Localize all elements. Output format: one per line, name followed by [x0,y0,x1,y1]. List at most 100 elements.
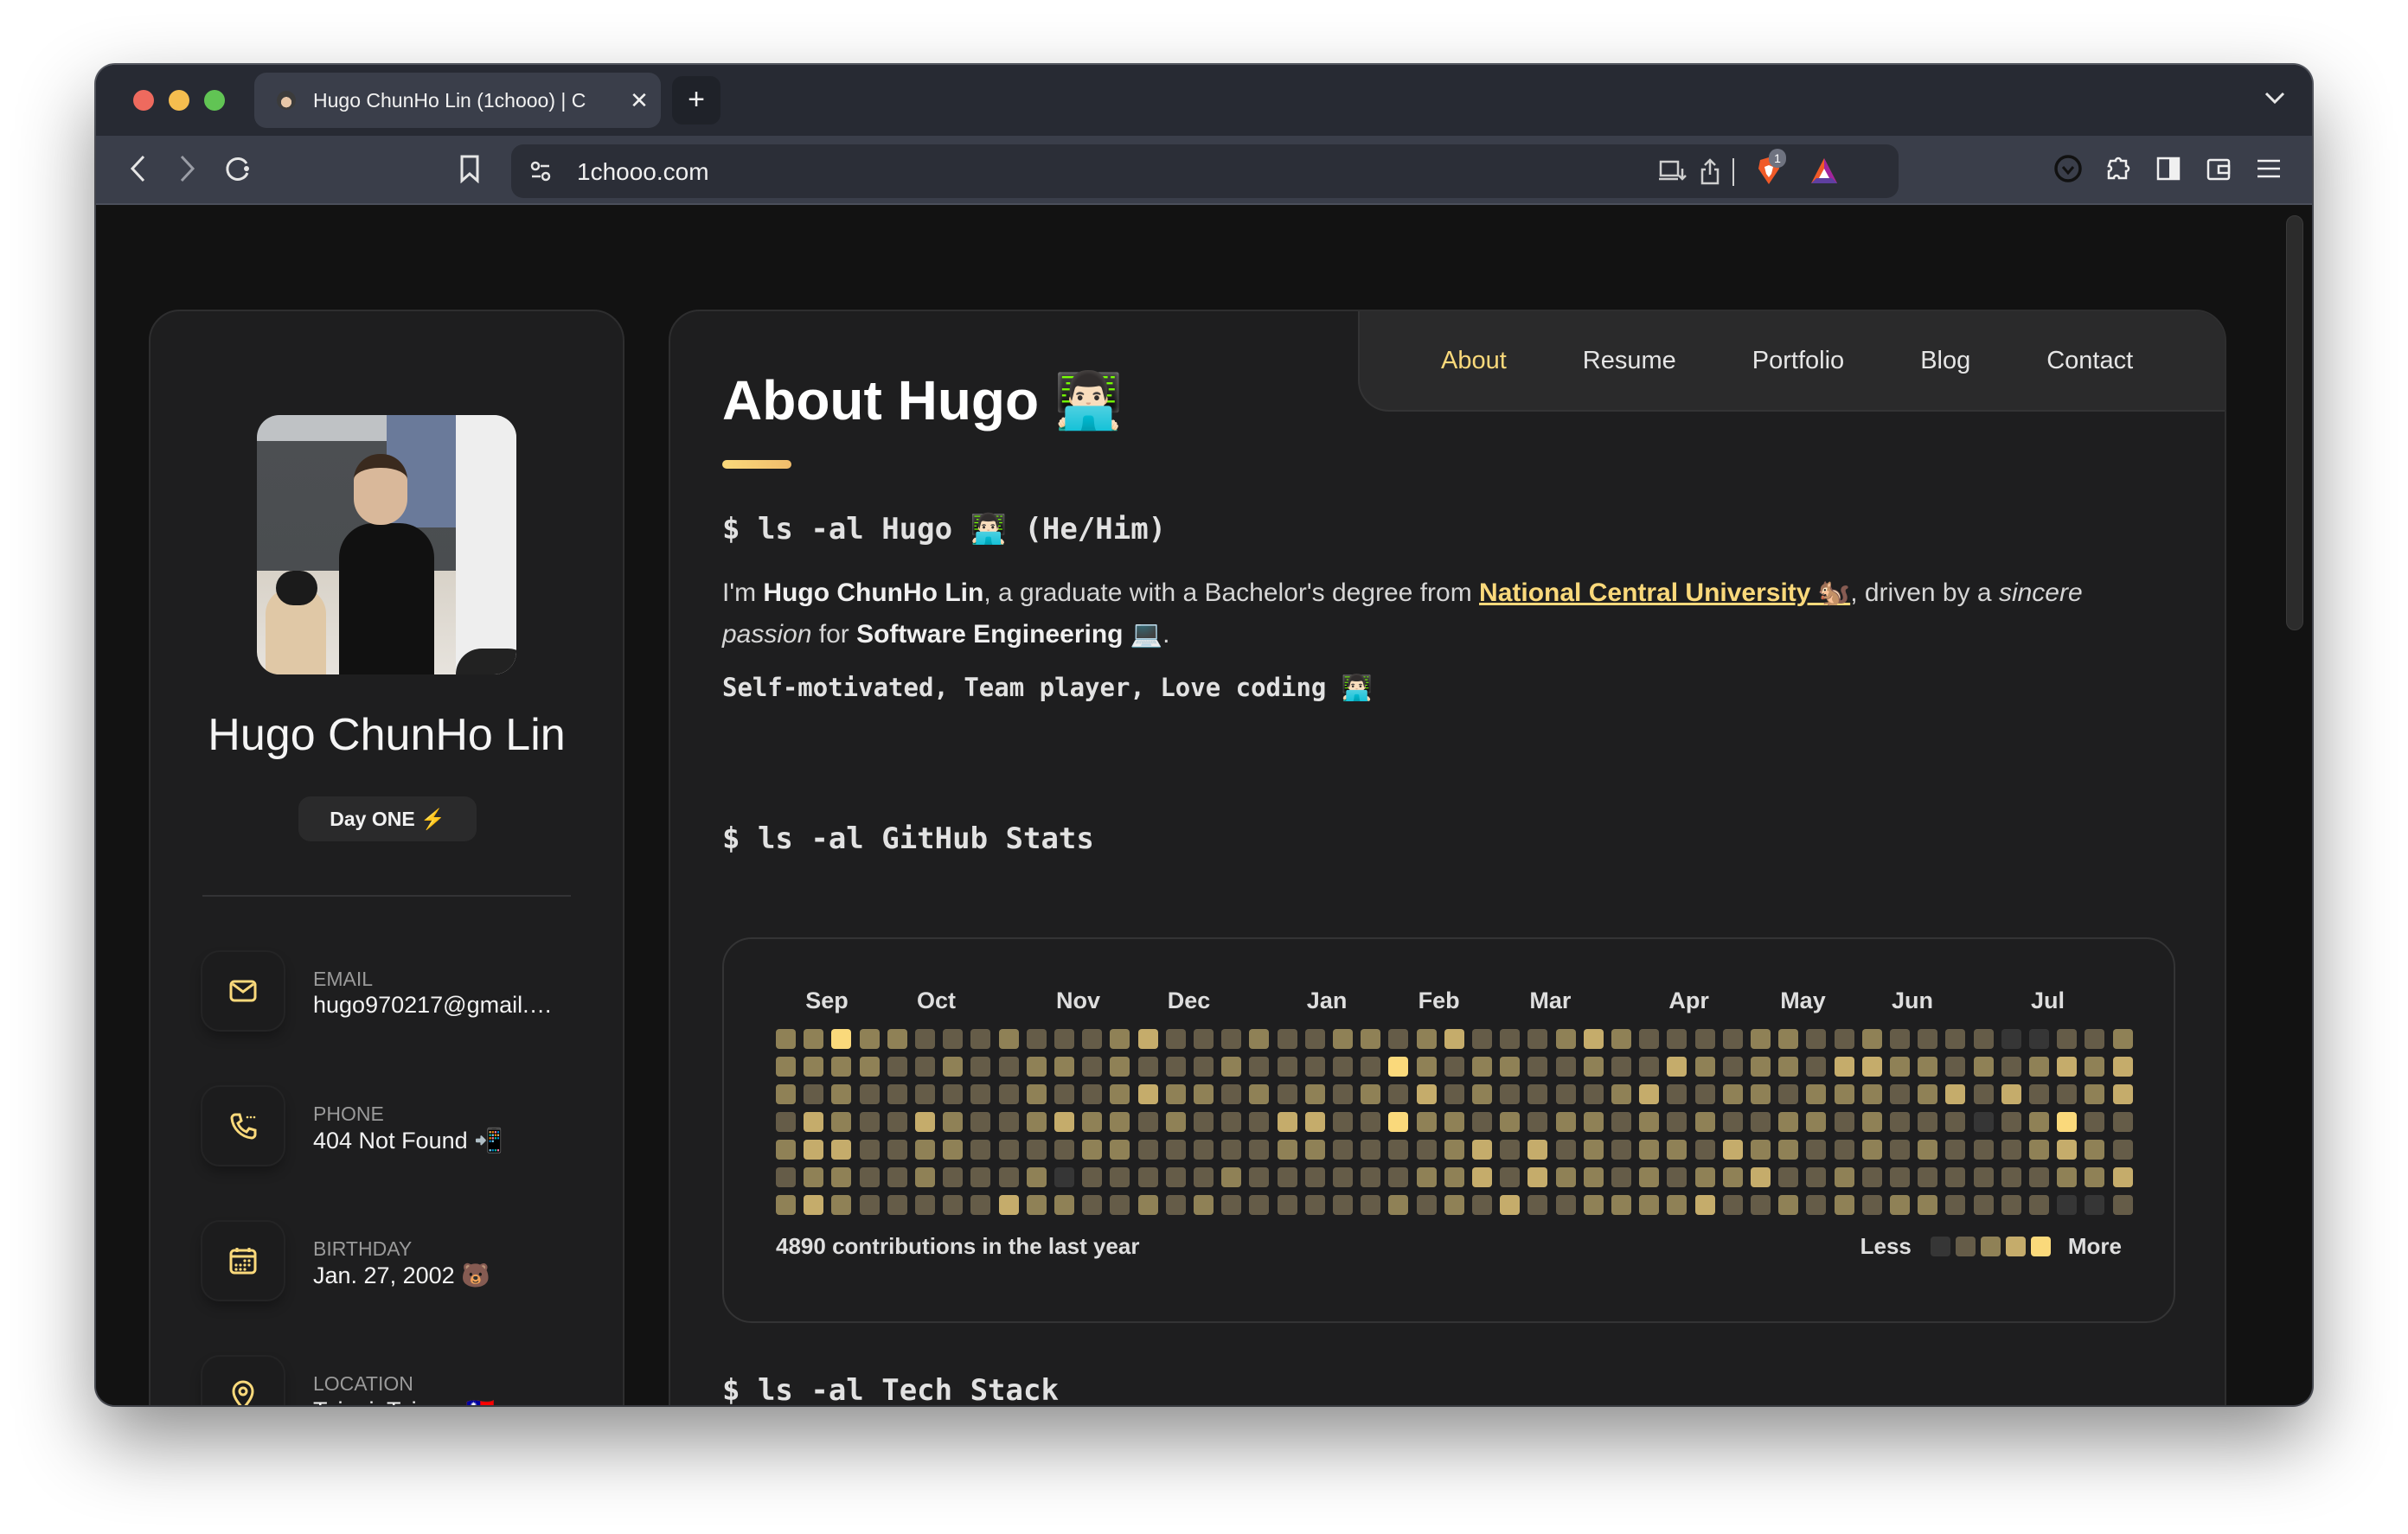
contribution-cell[interactable] [804,1167,824,1187]
contribution-cell[interactable] [1890,1029,1910,1049]
contribution-cell[interactable] [1388,1112,1409,1132]
contribution-cell[interactable] [1165,1140,1186,1160]
contribution-cell[interactable] [1333,1084,1353,1104]
contribution-cell[interactable] [1249,1057,1270,1077]
contribution-cell[interactable] [1778,1057,1799,1077]
contribution-cell[interactable] [1806,1112,1827,1132]
contribution-cell[interactable] [1751,1084,1771,1104]
contribution-cell[interactable] [1778,1084,1799,1104]
contribution-cell[interactable] [1639,1195,1660,1215]
university-link[interactable]: National Central University 🐿️ [1479,578,1850,607]
contribution-cell[interactable] [998,1057,1019,1077]
contribution-cell[interactable] [2057,1057,2078,1077]
contribution-cell[interactable] [1973,1112,1994,1132]
contribution-cell[interactable] [1555,1057,1576,1077]
contribution-cell[interactable] [1722,1140,1743,1160]
sidebar-icon[interactable] [2151,151,2186,186]
contribution-cell[interactable] [1249,1140,1270,1160]
contribution-cell[interactable] [859,1029,880,1049]
contribution-cell[interactable] [1555,1167,1576,1187]
address-bar[interactable]: 1chooo.com 1 [511,144,1899,198]
contribution-cell[interactable] [1249,1195,1270,1215]
contribution-cell[interactable] [1555,1029,1576,1049]
contribution-cell[interactable] [2029,1140,2049,1160]
reload-icon[interactable] [221,151,255,186]
contribution-cell[interactable] [776,1057,796,1077]
contribution-cell[interactable] [1194,1057,1214,1077]
contribution-cell[interactable] [1472,1029,1492,1049]
contribution-cell[interactable] [1026,1057,1047,1077]
contribution-cell[interactable] [2029,1029,2049,1049]
contribution-cell[interactable] [943,1167,964,1187]
contribution-cell[interactable] [943,1140,964,1160]
contribution-cell[interactable] [1751,1195,1771,1215]
contribution-cell[interactable] [2057,1167,2078,1187]
contribution-cell[interactable] [915,1029,935,1049]
contribution-cell[interactable] [1361,1167,1381,1187]
contribution-cell[interactable] [1082,1167,1103,1187]
contribution-cell[interactable] [1611,1029,1631,1049]
contribution-cell[interactable] [1054,1112,1074,1132]
contribution-cell[interactable] [943,1084,964,1104]
contribution-cell[interactable] [1249,1167,1270,1187]
contribution-cell[interactable] [1137,1112,1158,1132]
contribution-cell[interactable] [1500,1112,1521,1132]
contribution-cell[interactable] [1026,1167,1047,1187]
contribution-cell[interactable] [2001,1084,2021,1104]
contribution-cell[interactable] [1137,1167,1158,1187]
contribution-cell[interactable] [1694,1167,1715,1187]
contribution-cell[interactable] [1890,1057,1910,1077]
contribution-cell[interactable] [1500,1195,1521,1215]
contribution-cell[interactable] [1527,1195,1548,1215]
contribution-cell[interactable] [1194,1140,1214,1160]
contribution-cell[interactable] [1861,1112,1882,1132]
nav-about[interactable]: About [1441,347,1507,375]
contribution-cell[interactable] [1082,1057,1103,1077]
contribution-cell[interactable] [1361,1057,1381,1077]
contribution-cell[interactable] [2001,1057,2021,1077]
close-tab-icon[interactable]: ✕ [618,87,661,114]
contribution-cell[interactable] [1834,1167,1854,1187]
contribution-cell[interactable] [1639,1057,1660,1077]
contribution-cell[interactable] [887,1112,907,1132]
contribution-cell[interactable] [1333,1167,1353,1187]
contribution-cell[interactable] [1277,1057,1297,1077]
contribution-cell[interactable] [1500,1084,1521,1104]
bookmark-icon[interactable] [452,151,487,186]
vpn-icon[interactable] [2051,151,2085,186]
contribution-cell[interactable] [1082,1195,1103,1215]
contribution-cell[interactable] [1861,1195,1882,1215]
contribution-cell[interactable] [1583,1029,1604,1049]
back-icon[interactable] [120,151,155,186]
new-tab-button[interactable]: + [672,76,720,125]
contribution-cell[interactable] [943,1195,964,1215]
contribution-cell[interactable] [831,1195,852,1215]
contribution-cell[interactable] [1611,1112,1631,1132]
contribution-cell[interactable] [998,1140,1019,1160]
contribution-cell[interactable] [1694,1029,1715,1049]
contribution-cell[interactable] [1527,1112,1548,1132]
contribution-cell[interactable] [1221,1140,1242,1160]
contribution-cell[interactable] [915,1167,935,1187]
contribution-cell[interactable] [2001,1195,2021,1215]
contribution-cell[interactable] [1388,1140,1409,1160]
menu-icon[interactable] [2251,151,2286,186]
contribution-cell[interactable] [887,1057,907,1077]
contribution-cell[interactable] [1945,1029,1966,1049]
contribution-cell[interactable] [998,1195,1019,1215]
contribution-cell[interactable] [1583,1195,1604,1215]
contribution-cell[interactable] [2057,1084,2078,1104]
contribution-cell[interactable] [1137,1195,1158,1215]
contribution-cell[interactable] [1806,1029,1827,1049]
contribution-cell[interactable] [1527,1140,1548,1160]
contribution-cell[interactable] [831,1140,852,1160]
contribution-cell[interactable] [831,1057,852,1077]
contribution-cell[interactable] [1388,1084,1409,1104]
contribution-cell[interactable] [1918,1084,1938,1104]
contribution-cell[interactable] [1973,1140,1994,1160]
contribution-cell[interactable] [1667,1140,1688,1160]
contribution-cell[interactable] [1806,1057,1827,1077]
contribution-cell[interactable] [1527,1057,1548,1077]
contribution-cell[interactable] [1583,1140,1604,1160]
contribution-cell[interactable] [1555,1112,1576,1132]
